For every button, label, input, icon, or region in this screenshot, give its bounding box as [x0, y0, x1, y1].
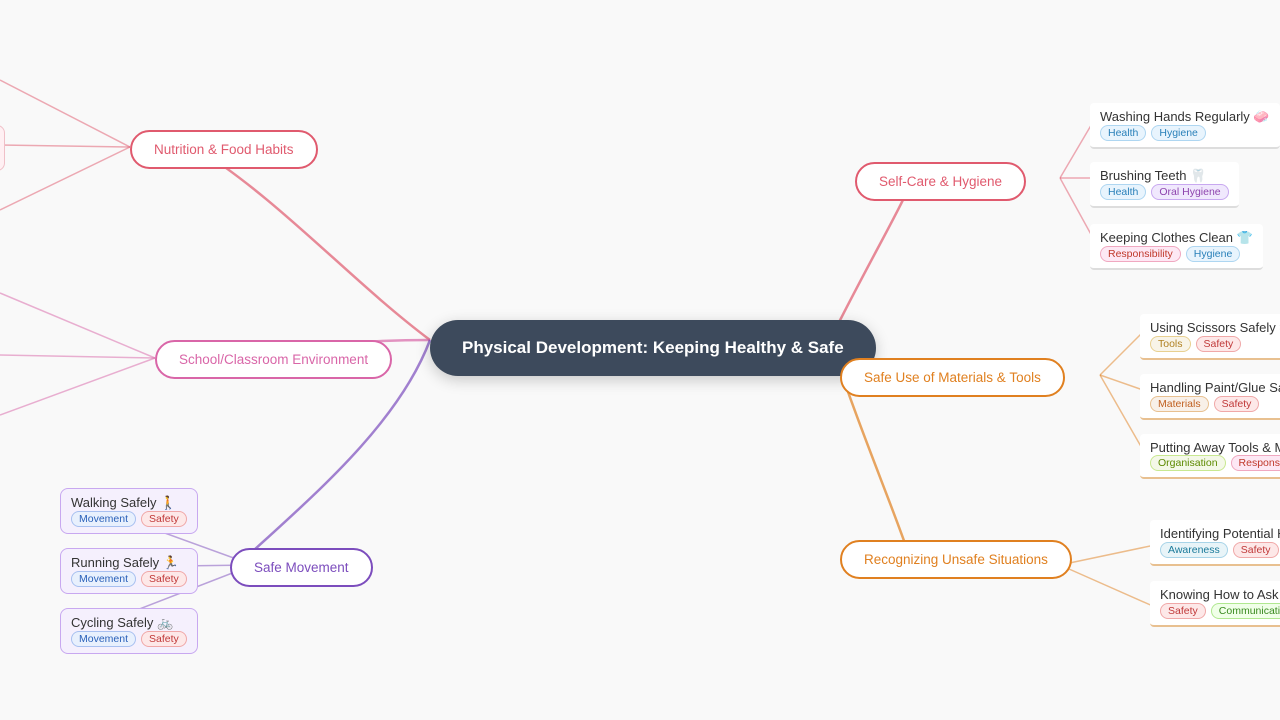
- leaf-walking: Walking Safely 🚶 Movement Safety: [60, 488, 198, 534]
- tag-movement-w: Movement: [71, 511, 136, 527]
- tag-safety-w: Safety: [141, 511, 187, 527]
- category-nutrition-label: Nutrition & Food Habits: [154, 142, 294, 157]
- leaf-scissors-title: Using Scissors Safely ✂: [1150, 320, 1280, 336]
- leaf-washing-hands: Washing Hands Regularly 🧼 Health Hygiene: [1090, 103, 1280, 149]
- tag-org-p: Organisation: [1150, 455, 1226, 471]
- leaf-asking-help: Knowing How to Ask for Help 🙋 Safety Com…: [1150, 581, 1280, 627]
- central-node: Physical Development: Keeping Healthy & …: [430, 320, 876, 376]
- leaf-identifying-hazards: Identifying Potential Hazards ⚠ Awarenes…: [1150, 520, 1280, 566]
- tag-resp-c: Responsibility: [1100, 246, 1181, 262]
- leaf-paint-title: Handling Paint/Glue Safely 🎨: [1150, 380, 1280, 396]
- tag-safety-p: Safety: [1214, 396, 1260, 412]
- leaf-putting-away: Putting Away Tools & Materials Organisat…: [1140, 434, 1280, 479]
- tag-movement-r: Movement: [71, 571, 136, 587]
- leaf-asking-title: Knowing How to Ask for Help 🙋: [1160, 587, 1280, 603]
- category-classroom-label: School/Classroom Environment: [179, 352, 368, 367]
- leaf-walking-title: Walking Safely 🚶: [71, 495, 187, 511]
- category-movement-label: Safe Movement: [254, 560, 349, 575]
- category-nutrition[interactable]: Nutrition & Food Habits: [130, 130, 318, 169]
- category-materials-label: Safe Use of Materials & Tools: [864, 370, 1041, 385]
- category-movement[interactable]: Safe Movement: [230, 548, 373, 587]
- tag-movement-c: Movement: [71, 631, 136, 647]
- leaf-putting-title: Putting Away Tools & Materials: [1150, 440, 1280, 455]
- tag-awareness: Awareness: [1160, 542, 1228, 558]
- tag-materials-p: Materials: [1150, 396, 1209, 412]
- category-hygiene-label: Self-Care & Hygiene: [879, 174, 1002, 189]
- tag-tools-s: Tools: [1150, 336, 1191, 352]
- tag-oral: Oral Hygiene: [1151, 184, 1228, 200]
- leaf-keeping-clothes: Keeping Clothes Clean 👕 Responsibility H…: [1090, 224, 1263, 270]
- category-hygiene[interactable]: Self-Care & Hygiene: [855, 162, 1026, 201]
- leaf-scissors: Using Scissors Safely ✂ Tools Safety: [1140, 314, 1280, 360]
- tag-safety-c: Safety: [141, 631, 187, 647]
- leaf-cycling: Cycling Safely 🚲 Movement Safety: [60, 608, 198, 654]
- category-classroom[interactable]: School/Classroom Environment: [155, 340, 392, 379]
- leaf-hazards-title: Identifying Potential Hazards ⚠: [1160, 526, 1280, 542]
- category-unsafe[interactable]: Recognizing Unsafe Situations: [840, 540, 1072, 579]
- leaf-running-title: Running Safely 🏃: [71, 555, 187, 571]
- tag-health-b: Health: [1100, 184, 1146, 200]
- tag-safety-r: Safety: [141, 571, 187, 587]
- tag-safety-s: Safety: [1196, 336, 1242, 352]
- leaf-food-groups: Understanding Food Groups 📚 Nutrition Fo…: [0, 125, 5, 171]
- tag-health-w: Health: [1100, 125, 1146, 141]
- category-materials[interactable]: Safe Use of Materials & Tools: [840, 358, 1065, 397]
- leaf-cycling-title: Cycling Safely 🚲: [71, 615, 187, 631]
- leaf-paint: Handling Paint/Glue Safely 🎨 Materials S…: [1140, 374, 1280, 420]
- central-node-label: Physical Development: Keeping Healthy & …: [462, 338, 844, 357]
- category-unsafe-label: Recognizing Unsafe Situations: [864, 552, 1048, 567]
- leaf-washing-title: Washing Hands Regularly 🧼: [1100, 109, 1270, 125]
- tag-safety-h: Safety: [1233, 542, 1279, 558]
- tag-resp-p: Responsibility: [1231, 455, 1280, 471]
- leaf-running: Running Safely 🏃 Movement Safety: [60, 548, 198, 594]
- leaf-brushing-teeth: Brushing Teeth 🦷 Health Oral Hygiene: [1090, 162, 1239, 208]
- tag-hygiene-c: Hygiene: [1186, 246, 1241, 262]
- tag-safety-a: Safety: [1160, 603, 1206, 619]
- tag-communication: Communication: [1211, 603, 1280, 619]
- tag-hygiene-w: Hygiene: [1151, 125, 1206, 141]
- leaf-brushing-title: Brushing Teeth 🦷: [1100, 168, 1229, 184]
- leaf-clothes-title: Keeping Clothes Clean 👕: [1100, 230, 1253, 246]
